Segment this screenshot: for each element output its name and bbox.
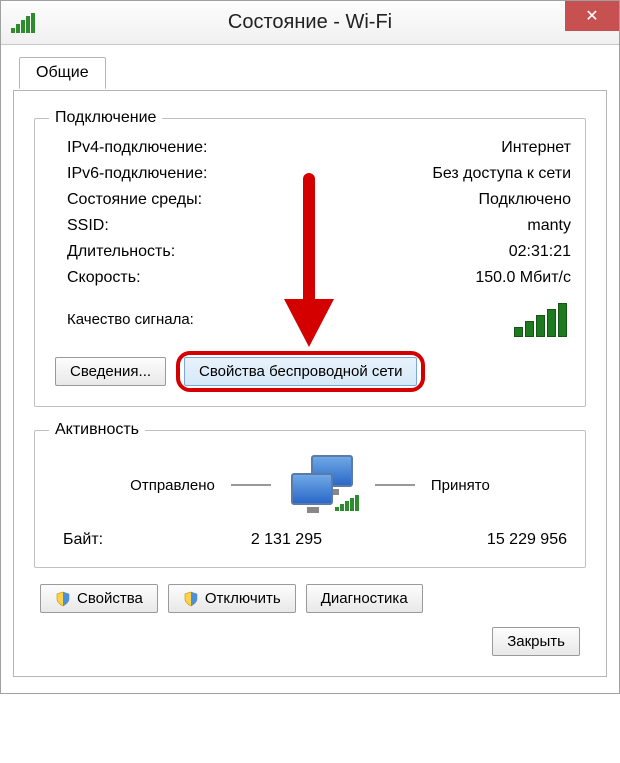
close-icon: ✕ (585, 6, 598, 26)
titlebar: Состояние - Wi-Fi ✕ (1, 1, 619, 45)
wifi-signal-icon (11, 13, 35, 33)
tab-bar: Общие (13, 57, 607, 91)
shield-icon (55, 591, 71, 607)
label-ipv6: IPv6-подключение: (67, 165, 207, 183)
wifi-status-window: Состояние - Wi-Fi ✕ Общие Подключение IP… (0, 0, 620, 694)
row-speed: Скорость: 150.0 Мбит/с (49, 265, 571, 291)
close-button[interactable]: Закрыть (492, 627, 580, 656)
label-ipv4: IPv4-подключение: (67, 139, 207, 157)
tab-panel: Подключение IPv4-подключение: Интернет I… (13, 91, 607, 677)
sent-label: Отправлено (130, 477, 215, 494)
label-speed: Скорость: (67, 269, 141, 287)
activity-legend: Активность (49, 421, 145, 439)
properties-button[interactable]: Свойства (40, 584, 158, 613)
details-button[interactable]: Сведения... (55, 357, 166, 386)
activity-group: Активность Отправлено Принято (34, 421, 586, 568)
value-ipv4: Интернет (501, 139, 571, 157)
signal-strength-icon (514, 301, 567, 337)
dialog-footer: Закрыть (34, 613, 586, 660)
divider-line (231, 484, 271, 486)
activity-header-row: Отправлено Принято (49, 455, 571, 515)
divider-line (375, 484, 415, 486)
action-buttons-row: Свойства Отключить Диагностика (40, 584, 586, 613)
value-ipv6: Без доступа к сети (432, 165, 571, 183)
diagnose-button[interactable]: Диагностика (306, 584, 423, 613)
bytes-sent-value: 2 131 295 (183, 531, 368, 549)
connection-group: Подключение IPv4-подключение: Интернет I… (34, 109, 586, 407)
value-ssid: manty (527, 217, 571, 235)
bytes-label: Байт: (63, 531, 183, 549)
row-signal-quality: Качество сигнала: (49, 291, 571, 341)
annotation-highlight: Свойства беспроводной сети (176, 351, 425, 392)
label-duration: Длительность: (67, 243, 175, 261)
row-ipv6: IPv6-подключение: Без доступа к сети (49, 161, 571, 187)
value-speed: 150.0 Мбит/с (475, 269, 571, 287)
label-signal-quality: Качество сигнала: (67, 311, 194, 328)
connection-legend: Подключение (49, 109, 162, 127)
row-ipv4: IPv4-подключение: Интернет (49, 135, 571, 161)
value-duration: 02:31:21 (509, 243, 571, 261)
label-ssid: SSID: (67, 217, 109, 235)
bytes-recv-value: 15 229 956 (428, 531, 567, 549)
row-duration: Длительность: 02:31:21 (49, 239, 571, 265)
recv-label: Принято (431, 477, 490, 494)
wireless-properties-button[interactable]: Свойства беспроводной сети (184, 357, 417, 386)
close-window-button[interactable]: ✕ (565, 1, 619, 31)
row-ssid: SSID: manty (49, 213, 571, 239)
shield-icon (183, 591, 199, 607)
window-title: Состояние - Wi-Fi (1, 11, 619, 34)
label-media-state: Состояние среды: (67, 191, 202, 209)
value-media-state: Подключено (478, 191, 571, 209)
row-media-state: Состояние среды: Подключено (49, 187, 571, 213)
network-monitors-icon (287, 455, 359, 515)
disable-button[interactable]: Отключить (168, 584, 296, 613)
tab-general[interactable]: Общие (19, 57, 106, 89)
bytes-row: Байт: 2 131 295 15 229 956 (49, 519, 571, 553)
